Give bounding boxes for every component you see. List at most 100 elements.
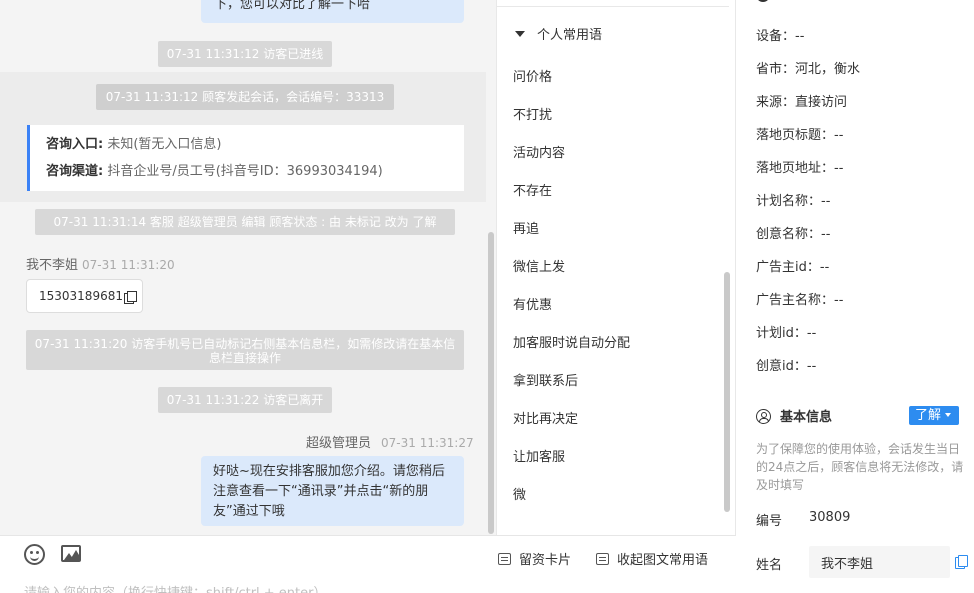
copy-icon[interactable] — [955, 555, 968, 569]
phrase-item[interactable]: 微信上发 — [513, 256, 565, 275]
visitor-phone-message[interactable]: 15303189681 — [26, 279, 143, 313]
field-label: 计划id： — [756, 326, 807, 341]
field-value: -- — [806, 326, 817, 341]
consult-source-card: 咨询入口: 未知(暂无入口信息) 咨询渠道: 抖音企业号/员工号(抖音号ID：3… — [27, 125, 464, 191]
phrases-scrollbar[interactable] — [724, 272, 730, 512]
phrase-item[interactable]: 有优惠 — [513, 294, 552, 313]
smile-icon[interactable] — [24, 544, 45, 565]
phrase-item[interactable]: 不存在 — [513, 180, 552, 199]
customer-name-field[interactable] — [809, 546, 950, 578]
edit-notice: 为了保障您的使用体验，会话发生当日的24点之后，顾客信息将无法修改，请及时填写 — [756, 442, 964, 492]
card-icon — [498, 553, 511, 565]
customer-number-value: 30809 — [809, 510, 851, 525]
phrase-item[interactable]: 让加客服 — [513, 446, 565, 465]
agent-message-bubble-prev: 下，您可以对比了解一下哈 — [201, 0, 464, 23]
chat-message-list: 下，您可以对比了解一下哈 07-31 11:31:12 访客已进线 07-31 … — [0, 0, 486, 535]
visitor-sender-line: 我不李姐 07-31 11:31:20 — [26, 254, 175, 273]
copy-icon[interactable] — [123, 290, 137, 304]
agent-name: 超级管理员 — [306, 436, 372, 451]
collapse-icon — [596, 553, 609, 565]
chat-scrollbar[interactable] — [488, 232, 494, 534]
location-icon — [756, 0, 770, 2]
system-message-text: 07-31 11:31:12 顾客发起会话，会话编号：33313 — [105, 90, 385, 104]
phrase-item[interactable]: 对比再决定 — [513, 408, 578, 427]
system-message-text: 07-31 11:31:22 访客已离开 — [166, 393, 324, 407]
message-text: 下，您可以对比了解一下哈 — [214, 0, 371, 12]
system-message-visitor-entered: 07-31 11:31:12 访客已进线 — [158, 41, 332, 67]
phrase-item[interactable]: 问价格 — [513, 66, 552, 85]
consult-channel-value: 抖音企业号/员工号(抖音号ID：36993034194) — [107, 164, 383, 179]
collapse-phrases-label: 收起图文常用语 — [617, 553, 709, 568]
image-icon[interactable] — [61, 545, 81, 562]
info-field-device: 设备：-- — [756, 25, 804, 44]
divider — [497, 6, 729, 7]
field-value: -- — [821, 194, 831, 209]
field-label: 计划名称： — [756, 194, 822, 209]
visitor-message-time: 07-31 11:31:20 — [82, 258, 175, 272]
phrase-item[interactable]: 加客服时说自动分配 — [513, 332, 630, 351]
customer-name-label: 姓名 — [756, 558, 783, 573]
consult-channel-row: 咨询渠道: 抖音企业号/员工号(抖音号ID：36993034194) — [46, 162, 464, 189]
message-input[interactable]: 请输入您的内容（换行快捷键：shift/ctrl + enter） — [24, 582, 327, 593]
field-value: -- — [834, 128, 844, 143]
info-field-plan-name: 计划名称：-- — [756, 190, 830, 209]
agent-sender-line: 超级管理员 07-31 11:31:27 — [306, 432, 474, 451]
field-label: 设备： — [756, 29, 796, 44]
phrase-item[interactable]: 微 — [513, 484, 526, 503]
phrase-item[interactable]: 活动内容 — [513, 142, 565, 161]
system-message-phone-marked: 07-31 11:31:20 访客手机号已自动标记右侧基本信息栏，如需修改请在基… — [26, 330, 464, 370]
field-value: 直接访问 — [795, 95, 848, 110]
customer-status-label: 了解 — [915, 408, 942, 423]
field-value: -- — [834, 293, 844, 308]
field-label: 广告主id： — [756, 260, 820, 275]
info-field-advertiser-name: 广告主名称：-- — [756, 289, 843, 308]
message-input-area: 留资卡片 收起图文常用语 请输入您的内容（换行快捷键：shift/ctrl + … — [0, 535, 736, 593]
basic-info-title: 基本信息 — [756, 406, 832, 425]
common-phrases-panel: 个人常用语 问价格 不打扰 活动内容 不存在 再追 微信上发 有优惠 加客服时说… — [496, 0, 736, 535]
field-label: 落地页地址： — [756, 161, 835, 176]
phrase-item[interactable]: 不打扰 — [513, 104, 552, 123]
field-value: -- — [819, 260, 830, 275]
consult-channel-label: 咨询渠道: — [46, 164, 104, 179]
system-message-text: 07-31 11:31:20 访客手机号已自动标记右侧基本信息栏，如需修改请在基… — [34, 337, 456, 365]
field-label: 创意id： — [756, 359, 807, 374]
system-message-text: 07-31 11:31:14 客服 超级管理员 编辑 顾客状态 : 由 未标记 … — [53, 215, 437, 229]
info-field-landing-url: 落地页地址：-- — [756, 157, 843, 176]
caret-down-icon — [945, 413, 952, 417]
consult-entry-row: 咨询入口: 未知(暂无入口信息) — [46, 135, 464, 162]
collapse-phrases-button[interactable]: 收起图文常用语 — [596, 549, 708, 568]
customer-status-dropdown[interactable]: 了解 — [909, 406, 959, 425]
lead-card-button[interactable]: 留资卡片 — [498, 549, 571, 568]
customer-info-panel: 设备：-- 省市：河北，衡水 来源：直接访问 落地页标题：-- 落地页地址：--… — [737, 0, 974, 593]
field-value: -- — [834, 161, 844, 176]
caret-down-icon — [515, 31, 525, 37]
customer-number-label: 编号 — [756, 514, 783, 529]
agent-message-bubble: 好哒~现在安排客服加您介绍。请您稍后注意查看一下“通讯录”并点击“新的朋友”通过… — [201, 456, 464, 526]
system-message-text: 07-31 11:31:12 访客已进线 — [166, 47, 324, 61]
info-field-landing-title: 落地页标题：-- — [756, 124, 843, 143]
visitor-phone-number: 15303189681 — [39, 289, 123, 303]
field-value: -- — [795, 29, 805, 44]
system-message-status-edit: 07-31 11:31:14 客服 超级管理员 编辑 顾客状态 : 由 未标记 … — [35, 209, 455, 235]
field-value: 河北，衡水 — [795, 62, 861, 77]
info-field-creative-name: 创意名称：-- — [756, 223, 830, 242]
field-label: 落地页标题： — [756, 128, 835, 143]
phrase-item[interactable]: 拿到联系后 — [513, 370, 578, 389]
consult-entry-value: 未知(暂无入口信息) — [107, 137, 222, 152]
field-label: 广告主名称： — [756, 293, 835, 308]
phrase-item[interactable]: 再追 — [513, 218, 539, 237]
phrase-group-header[interactable]: 个人常用语 — [515, 24, 602, 43]
info-field-plan-id: 计划id：-- — [756, 322, 816, 341]
user-icon — [756, 409, 771, 424]
phrase-group-title: 个人常用语 — [537, 28, 603, 43]
field-label: 来源： — [756, 95, 796, 110]
system-message-visitor-left: 07-31 11:31:22 访客已离开 — [158, 387, 332, 413]
field-label: 省市： — [756, 62, 796, 77]
basic-info-title-text: 基本信息 — [780, 410, 833, 425]
info-field-source: 来源：直接访问 — [756, 91, 847, 110]
agent-message-time: 07-31 11:31:27 — [381, 436, 474, 450]
visitor-name: 我不李姐 — [26, 258, 79, 273]
message-text: 好哒~现在安排客服加您介绍。请您稍后注意查看一下“通讯录”并点击“新的朋友”通过… — [213, 464, 445, 519]
field-value: -- — [806, 359, 817, 374]
info-field-creative-id: 创意id：-- — [756, 355, 816, 374]
